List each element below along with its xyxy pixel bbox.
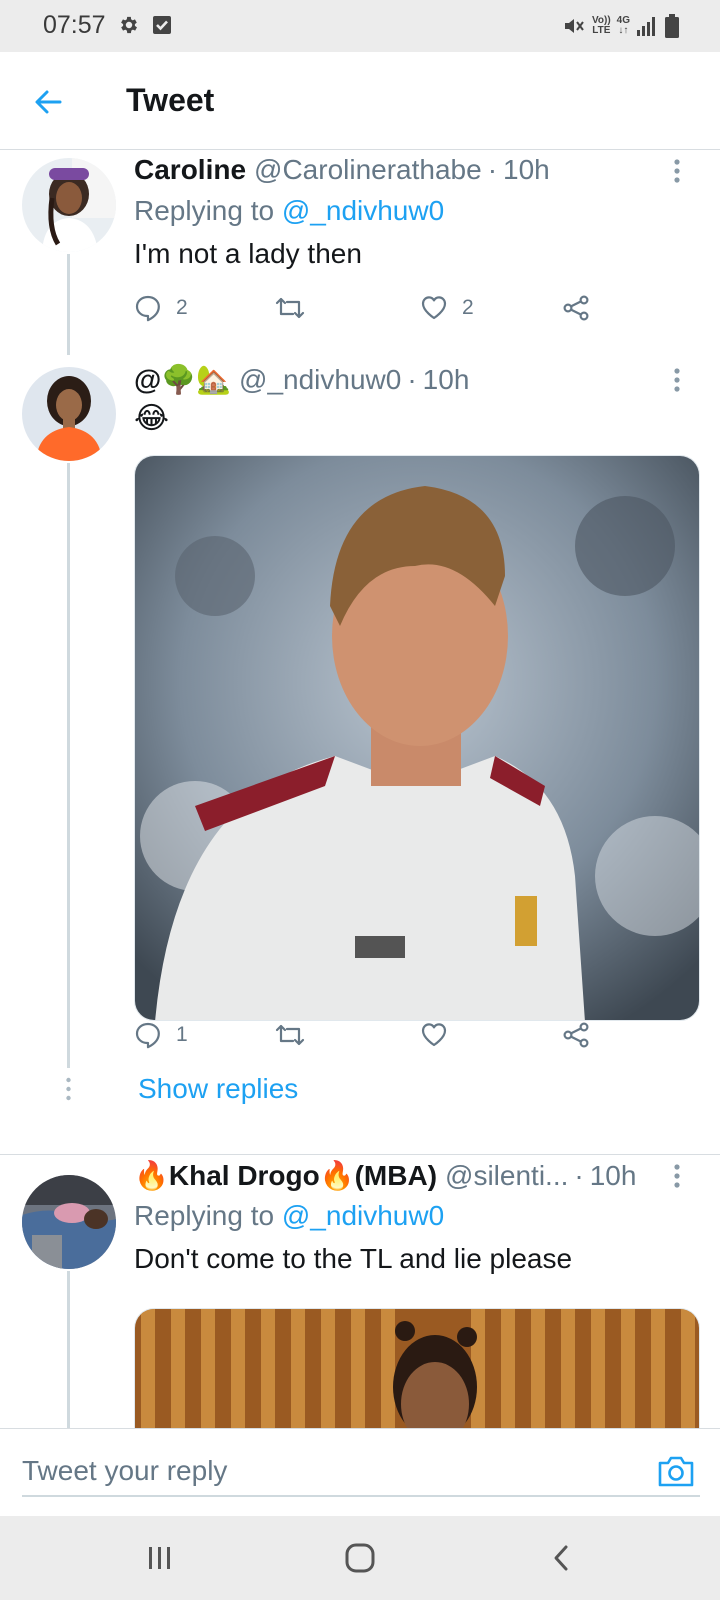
display-name[interactable]: @🌳🏡 [134, 363, 231, 396]
thread-line [67, 1271, 70, 1428]
display-name[interactable]: Caroline [134, 154, 246, 186]
reply-button[interactable]: 1 [134, 1017, 188, 1053]
share-icon [563, 295, 589, 321]
reply-composer [0, 1428, 720, 1516]
separator: · [407, 363, 417, 395]
tweet-text: Don't come to the TL and lie please [134, 1243, 573, 1274]
mention-link[interactable]: @_ndivhuw0 [282, 1200, 444, 1231]
data-label: 4G ↓↑ [616, 15, 630, 36]
back-button[interactable] [28, 82, 68, 122]
retweet-icon [275, 297, 305, 319]
more-options-icon[interactable] [672, 367, 682, 393]
replying-to: Replying to @_ndivhuw0 [134, 195, 444, 227]
reply-icon [135, 1022, 160, 1049]
arrow-left-icon [35, 90, 62, 114]
chevron-left-icon [554, 1545, 568, 1571]
tweet-caroline[interactable]: Caroline @Carolinerathabe · 10h Replying… [0, 150, 720, 355]
app-header: Tweet [0, 52, 720, 150]
separator: · [574, 1159, 584, 1191]
like-count: 2 [462, 296, 474, 319]
tweet-actions: 2 2 [134, 290, 614, 326]
tweet-header: Caroline @Carolinerathabe · 10h [134, 154, 550, 186]
tweet-time: 10h [589, 1159, 637, 1191]
avatar[interactable] [22, 1175, 116, 1269]
reply-button[interactable]: 2 [134, 290, 188, 326]
more-options-icon[interactable] [672, 158, 682, 184]
system-nav-bar [0, 1516, 720, 1600]
tweet-text: I'm not a lady then [134, 238, 362, 269]
signal-icon [637, 17, 655, 36]
volte-label: Vo)) LTE [591, 15, 611, 36]
avatar-image [22, 367, 116, 461]
tweet-ndivhuw0[interactable]: @🌳🏡 @_ndivhuw0 · 10h 😂 1 Show replies [0, 355, 720, 1151]
replying-to-label: Replying to [134, 1200, 275, 1231]
share-icon [563, 1022, 589, 1048]
status-icons: Vo)) LTE 4G ↓↑ [562, 12, 680, 40]
more-options-icon[interactable] [672, 1163, 682, 1189]
avatar[interactable] [22, 158, 116, 252]
reply-input[interactable] [22, 1447, 700, 1497]
battery-icon [665, 14, 679, 38]
reply-count: 1 [176, 1023, 188, 1046]
thread-continuation-icon [66, 1077, 71, 1101]
user-handle[interactable]: @silenti... [445, 1160, 568, 1192]
tweet-actions: 1 [134, 1017, 614, 1053]
back-nav-button[interactable] [540, 1536, 584, 1580]
mute-icon [564, 19, 584, 33]
avatar[interactable] [22, 367, 116, 461]
retweet-button[interactable] [274, 290, 306, 326]
tweet-text: 😂 [134, 402, 170, 435]
home-icon [345, 1543, 375, 1573]
mention-link[interactable]: @_ndivhuw0 [282, 195, 444, 226]
retweet-button[interactable] [274, 1017, 306, 1053]
checkbox-icon [153, 16, 171, 34]
tweet-photo[interactable] [134, 1308, 700, 1428]
recent-apps-icon [149, 1547, 170, 1569]
separator: · [487, 154, 498, 185]
share-button[interactable] [562, 1017, 590, 1053]
show-replies-link[interactable]: Show replies [138, 1073, 298, 1105]
tweet-photo[interactable] [134, 455, 700, 1021]
retweet-icon [275, 1024, 305, 1046]
heart-icon [421, 296, 447, 320]
photo-image [135, 456, 699, 1020]
like-button[interactable] [420, 1017, 448, 1053]
heart-icon [421, 1023, 447, 1047]
tweet-time: 10h [503, 154, 550, 185]
status-time: 07:57 [43, 11, 106, 39]
home-button[interactable] [338, 1536, 382, 1580]
photo-image [135, 1309, 699, 1428]
tweet-time: 10h [422, 363, 470, 395]
status-bar: 07:57 Vo)) LTE 4G ↓↑ [0, 0, 720, 52]
avatar-image [22, 158, 116, 252]
page-title: Tweet [126, 82, 215, 118]
replying-to: Replying to @_ndivhuw0 [134, 1200, 444, 1232]
tweet-header: 🔥Khal Drogo🔥(MBA) @silenti... · 10h [134, 1159, 636, 1192]
display-name[interactable]: 🔥Khal Drogo🔥(MBA) [134, 1159, 437, 1192]
share-button[interactable] [562, 290, 590, 326]
replying-to-label: Replying to [134, 195, 275, 226]
like-button[interactable]: 2 [420, 290, 474, 326]
tweet-khal-drogo[interactable]: 🔥Khal Drogo🔥(MBA) @silenti... · 10h Repl… [0, 1155, 720, 1428]
gear-icon [121, 16, 137, 34]
thread-line [67, 463, 70, 1068]
reply-count: 2 [176, 296, 188, 319]
user-handle[interactable]: @_ndivhuw0 [239, 364, 401, 396]
user-handle[interactable]: @Carolinerathabe [254, 154, 482, 186]
thread-line [67, 254, 70, 355]
camera-icon[interactable] [656, 1451, 696, 1491]
reply-icon [135, 295, 160, 322]
avatar-image [22, 1175, 116, 1269]
recent-apps-button[interactable] [138, 1536, 182, 1580]
tweet-header: @🌳🏡 @_ndivhuw0 · 10h [134, 363, 469, 396]
